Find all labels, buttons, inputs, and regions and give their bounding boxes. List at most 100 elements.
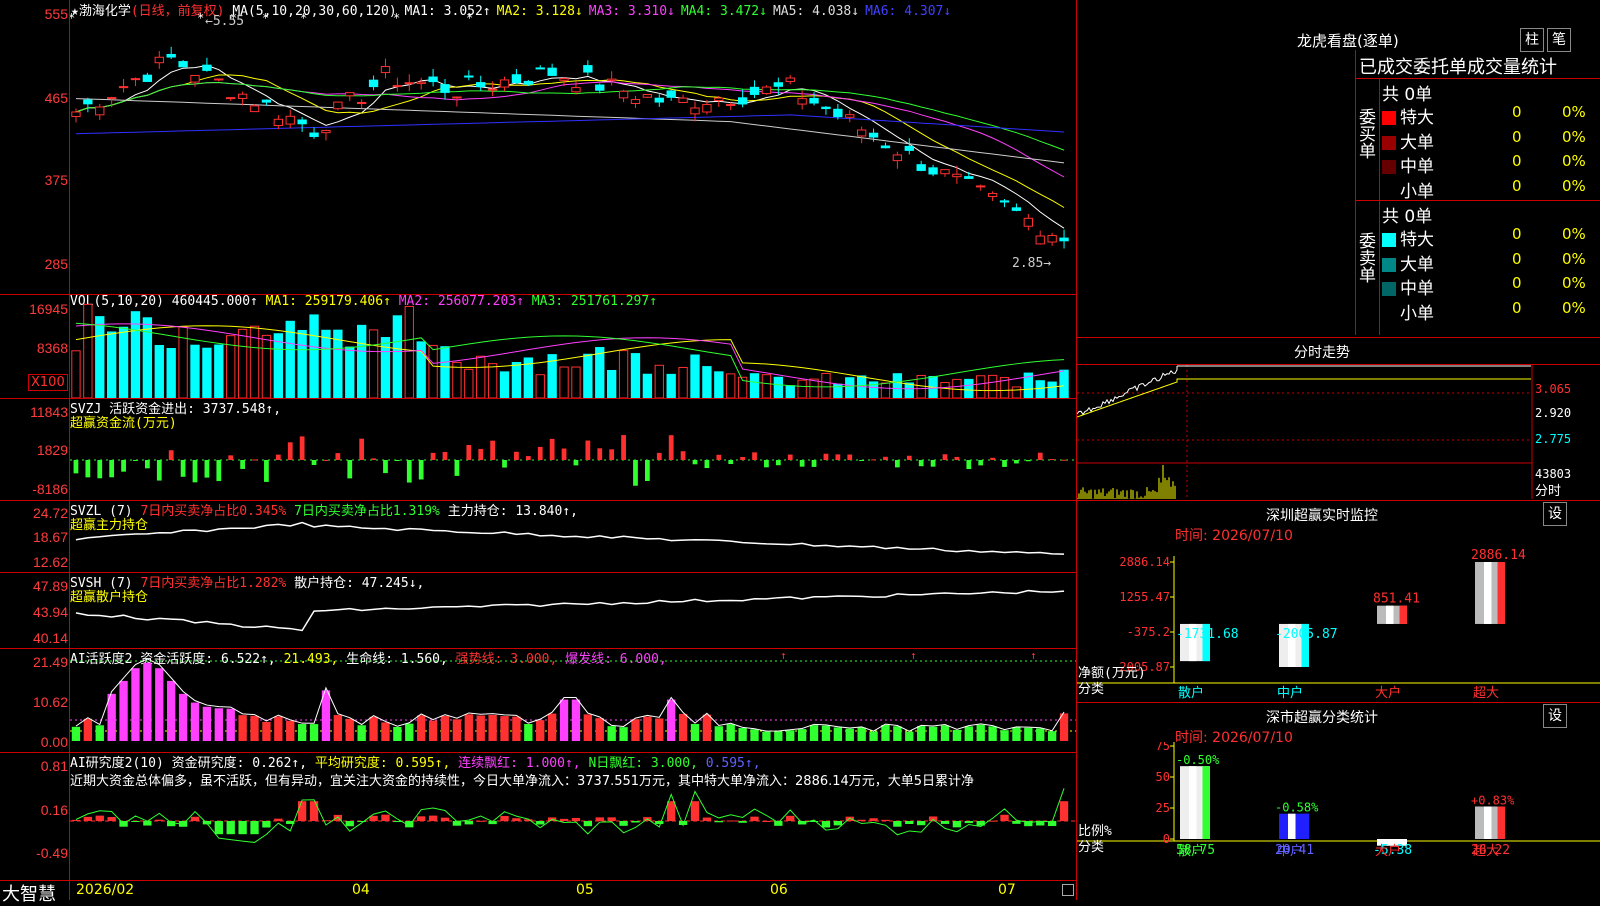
bar-edge <box>1497 562 1505 624</box>
activity-bar <box>464 714 473 741</box>
volume-chart[interactable] <box>70 295 1076 398</box>
research-bar <box>95 815 104 821</box>
intraday-chart[interactable]: 3.065 2.920 2.775 43803 分时 <box>1077 365 1600 499</box>
order-row: 中单 0 0% <box>1382 274 1600 299</box>
candle-body <box>868 132 879 138</box>
candle-body <box>392 85 403 88</box>
candle-body <box>237 93 248 99</box>
activity-bar <box>357 725 366 741</box>
activity-bar <box>940 725 950 741</box>
bar-highlight <box>1484 806 1492 839</box>
volume-bar <box>190 344 200 398</box>
research-bar <box>964 821 973 824</box>
order-type: 小单 <box>1400 303 1434 324</box>
volume-bar <box>214 344 224 398</box>
svzj-chart[interactable] <box>70 399 1076 500</box>
bar-mode-button[interactable]: 柱 <box>1520 28 1544 52</box>
flow-bar <box>228 455 234 460</box>
candle-body <box>571 87 581 93</box>
bar-value-label: 2886.14 <box>1471 548 1526 563</box>
volume-bar <box>71 350 81 398</box>
candle-body <box>1023 217 1034 227</box>
ai-active-chart[interactable]: ↑ ↑ ↑ <box>70 649 1076 752</box>
sz-class-chart[interactable]: 7550250比例%分类 58.75-0.50%散户 20.41-0.58%中户 -5… <box>1077 742 1600 900</box>
candle-body <box>773 82 784 87</box>
svsh-chart[interactable] <box>70 573 1076 648</box>
activity-bar <box>607 726 616 741</box>
flow-bar <box>454 460 460 476</box>
color-swatch <box>1382 282 1396 296</box>
sz-monitor-chart[interactable]: 2886.14 1255.47 -375.2 -2005.87 净额(万元)分类 -173… <box>1077 540 1600 702</box>
bar-0[interactable]: -1731.68 <box>1176 623 1239 662</box>
flow-bar <box>883 456 888 460</box>
svsh-axis-label: 43.94 <box>32 604 68 620</box>
bar-2[interactable]: 851.41 <box>1373 592 1420 624</box>
candlestick-chart[interactable]: ******* <box>70 0 1076 294</box>
tick-mode-button[interactable]: 笔 <box>1547 28 1571 52</box>
volume-bar <box>559 366 569 398</box>
candle-body <box>678 97 688 103</box>
volume-bar <box>118 326 129 398</box>
research-bar <box>262 821 271 828</box>
svzj-axis-label: -8186 <box>32 481 68 497</box>
research-bar <box>690 801 700 821</box>
app-logo: 大智慧 <box>2 884 56 905</box>
activity-bar <box>286 720 295 741</box>
research-bar <box>321 820 331 822</box>
class-settings-button[interactable]: 设 <box>1543 704 1567 728</box>
bar-1[interactable]: -2005.87 <box>1275 623 1338 667</box>
flow-bar <box>966 460 972 470</box>
candle-body <box>142 74 153 82</box>
bar-value-label: -1731.68 <box>1176 627 1239 642</box>
activity-bar <box>631 719 640 741</box>
flow-bar <box>1049 459 1055 461</box>
volume-bar <box>618 350 629 398</box>
research-bar <box>571 817 581 821</box>
volume-bar <box>785 385 795 398</box>
activity-bar <box>1012 727 1021 741</box>
volume-bar <box>297 329 307 398</box>
bar-0[interactable]: 58.75-0.50% <box>1176 753 1220 858</box>
svzl-chart[interactable] <box>70 501 1076 572</box>
flow-bar <box>752 452 757 460</box>
research-bar <box>345 821 354 827</box>
research-bar <box>131 821 140 822</box>
activity-bar <box>655 718 664 741</box>
intraday-axis-label: 2.920 <box>1535 406 1571 420</box>
research-bar <box>381 814 390 821</box>
flow-bar <box>847 454 853 460</box>
bar-3[interactable]: 2886.14 <box>1471 548 1526 624</box>
lock-icon[interactable] <box>1062 884 1074 896</box>
volume-bar <box>607 369 617 398</box>
ai-research-chart[interactable] <box>70 753 1076 880</box>
order-pct: 0% <box>1562 103 1586 121</box>
candle-body <box>95 106 105 116</box>
research-bar <box>583 821 593 827</box>
volume-bar <box>678 366 688 398</box>
buy-side-label: 委买单 <box>1355 108 1375 159</box>
monitor-settings-button[interactable]: 设 <box>1543 502 1567 526</box>
volume-bar <box>773 376 784 398</box>
flow-bar <box>859 460 865 461</box>
candle-body <box>1059 237 1069 242</box>
candle-body <box>964 176 974 179</box>
volume-bar <box>107 331 117 398</box>
category-label: 超大 <box>1473 844 1499 859</box>
research-bar <box>940 821 950 824</box>
order-row: 特大 0 0% <box>1382 103 1600 128</box>
candle-body <box>880 145 891 149</box>
longhu-title: 龙虎看盘(逐单) <box>1297 32 1399 50</box>
kline-area[interactable]: ★渤海化学(日线，前复权) MA(5,10,20,30,60,120) MA1:… <box>0 0 1077 905</box>
flow-bar <box>811 460 817 467</box>
order-row: 小单 0 0% <box>1382 177 1600 202</box>
flow-bar <box>418 460 424 480</box>
sell-side-label: 委卖单 <box>1355 232 1375 283</box>
svzl-axis-label: 18.67 <box>32 529 68 545</box>
activity-bar <box>809 725 819 741</box>
candle-body <box>428 76 438 83</box>
candle-body <box>297 119 307 125</box>
activity-bar <box>226 708 235 741</box>
research-bar <box>631 821 640 823</box>
activity-bar <box>143 662 152 741</box>
activity-bar <box>786 730 795 741</box>
